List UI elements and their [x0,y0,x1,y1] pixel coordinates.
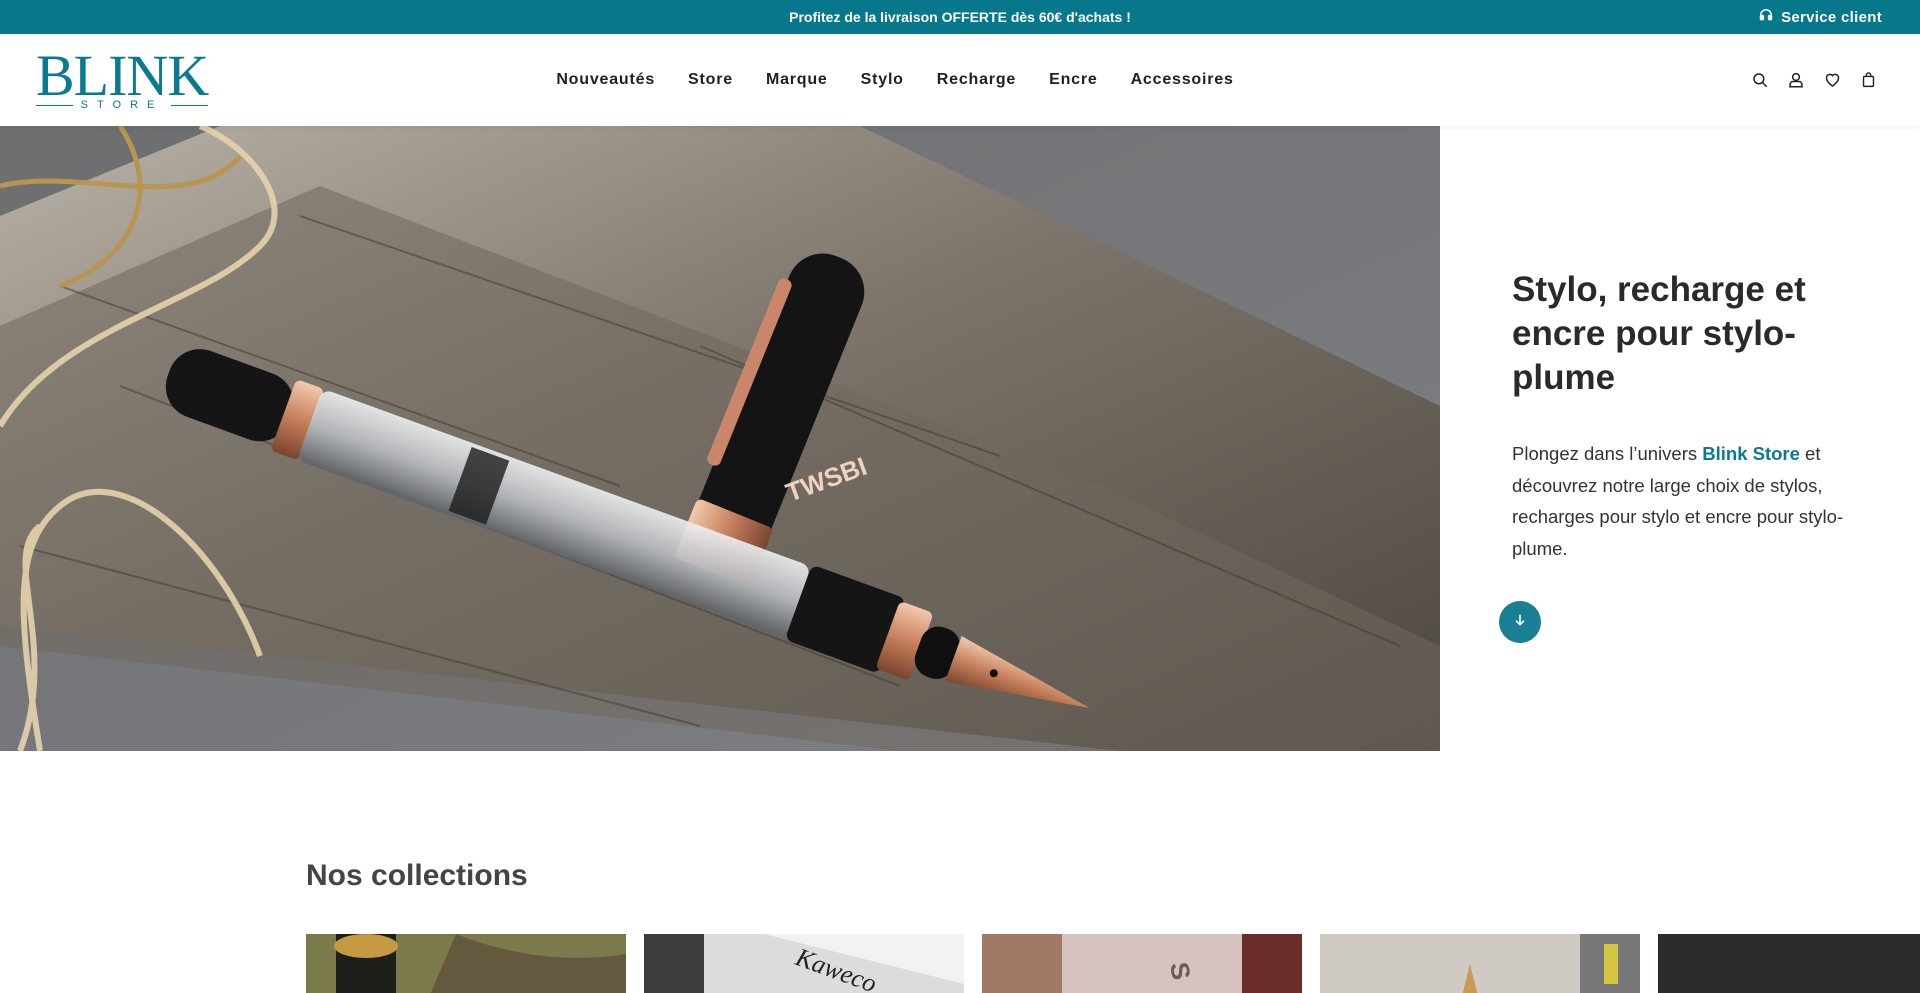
service-client-link[interactable]: Service client [1759,0,1882,34]
nav-item-recharge[interactable]: Recharge [937,71,1016,89]
collection-image-5 [1658,934,1920,993]
collection-image-3: S [982,934,1302,993]
heart-icon[interactable] [1822,70,1842,90]
nav-item-marque[interactable]: Marque [766,71,828,89]
hero-text-block: Stylo, recharge et encre pour stylo-plum… [1512,268,1852,564]
collection-card-4[interactable] [1320,934,1640,993]
hero-brand-link[interactable]: Blink Store [1702,443,1800,464]
collection-image-4 [1320,934,1640,993]
nav-item-nouveautes[interactable]: Nouveautés [556,71,655,89]
nav-item-store[interactable]: Store [688,71,733,89]
arrow-down-icon [1512,612,1528,633]
announcement-text: Profitez de la livraison OFFERTE dès 60€… [789,9,1131,25]
headset-icon [1759,8,1773,26]
collections-carousel: Kaweco S [306,934,1920,993]
fountain-pen-photo: TWSBI [0,126,1440,751]
nav-item-accessoires[interactable]: Accessoires [1131,71,1234,89]
search-icon[interactable] [1750,70,1770,90]
site-header: BLINK STORE Nouveautés Store Marque Styl… [0,34,1920,126]
hero-image: TWSBI [0,126,1440,751]
collection-card-2[interactable]: Kaweco [644,934,964,993]
collections-title: Nos collections [306,859,528,892]
header-icons [1750,34,1878,126]
collection-card-5[interactable] [1658,934,1920,993]
main-nav: Nouveautés Store Marque Stylo Recharge E… [0,34,1920,126]
collection-card-3[interactable]: S [982,934,1302,993]
hero-title: Stylo, recharge et encre pour stylo-plum… [1512,270,1806,397]
service-client-label: Service client [1781,8,1882,26]
collection-image-1 [306,934,626,993]
nav-item-encre[interactable]: Encre [1049,71,1097,89]
hero-desc-before: Plongez dans l’univers [1512,443,1703,464]
hero-description: Plongez dans l’univers Blink Store et dé… [1512,438,1852,564]
collection-image-2: Kaweco [644,934,964,993]
collection-card-1[interactable] [306,934,626,993]
scroll-down-button[interactable] [1499,601,1541,643]
user-icon[interactable] [1786,70,1806,90]
announcement-bar: Profitez de la livraison OFFERTE dès 60€… [0,0,1920,34]
nav-item-stylo[interactable]: Stylo [861,71,904,89]
bag-icon[interactable] [1858,70,1878,90]
